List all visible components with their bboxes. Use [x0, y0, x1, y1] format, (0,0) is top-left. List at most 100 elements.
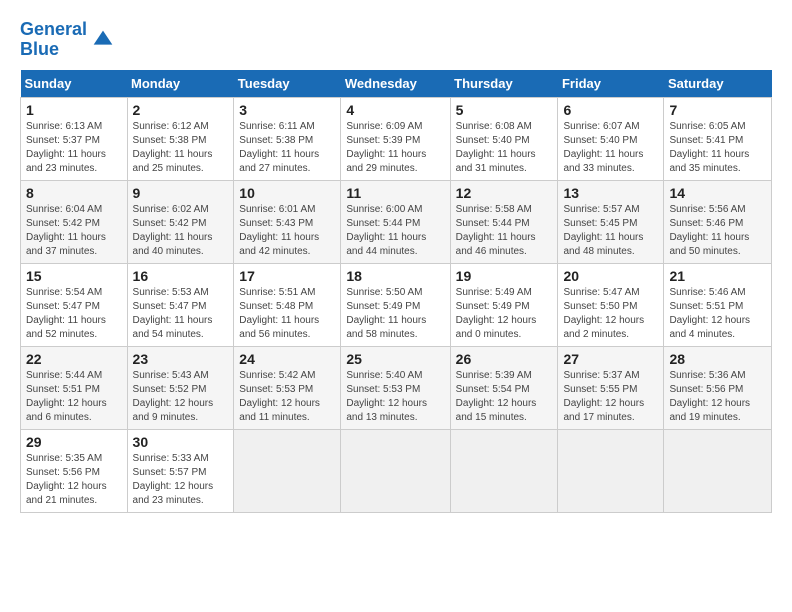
day-cell: 17 Sunrise: 5:51 AMSunset: 5:48 PMDaylig…	[234, 263, 341, 346]
day-info: Sunrise: 5:47 AMSunset: 5:50 PMDaylight:…	[563, 287, 644, 340]
day-number: 4	[346, 102, 444, 118]
day-cell: 22 Sunrise: 5:44 AMSunset: 5:51 PMDaylig…	[21, 346, 128, 429]
day-cell: 16 Sunrise: 5:53 AMSunset: 5:47 PMDaylig…	[127, 263, 234, 346]
day-cell: 23 Sunrise: 5:43 AMSunset: 5:52 PMDaylig…	[127, 346, 234, 429]
day-info: Sunrise: 5:57 AMSunset: 5:45 PMDaylight:…	[563, 204, 643, 257]
day-info: Sunrise: 5:44 AMSunset: 5:51 PMDaylight:…	[26, 370, 107, 423]
day-info: Sunrise: 6:09 AMSunset: 5:39 PMDaylight:…	[346, 121, 426, 174]
week-row-1: 1 Sunrise: 6:13 AMSunset: 5:37 PMDayligh…	[21, 97, 772, 180]
day-info: Sunrise: 5:36 AMSunset: 5:56 PMDaylight:…	[669, 370, 750, 423]
weekday-header-row: SundayMondayTuesdayWednesdayThursdayFrid…	[21, 70, 772, 98]
day-info: Sunrise: 5:33 AMSunset: 5:57 PMDaylight:…	[133, 453, 214, 506]
day-cell: 7 Sunrise: 6:05 AMSunset: 5:41 PMDayligh…	[664, 97, 772, 180]
day-info: Sunrise: 5:54 AMSunset: 5:47 PMDaylight:…	[26, 287, 106, 340]
day-number: 6	[563, 102, 658, 118]
day-info: Sunrise: 5:49 AMSunset: 5:49 PMDaylight:…	[456, 287, 537, 340]
day-cell: 24 Sunrise: 5:42 AMSunset: 5:53 PMDaylig…	[234, 346, 341, 429]
day-cell: 5 Sunrise: 6:08 AMSunset: 5:40 PMDayligh…	[450, 97, 558, 180]
weekday-header-sunday: Sunday	[21, 70, 128, 98]
weekday-header-saturday: Saturday	[664, 70, 772, 98]
weekday-header-tuesday: Tuesday	[234, 70, 341, 98]
day-number: 5	[456, 102, 553, 118]
day-cell: 27 Sunrise: 5:37 AMSunset: 5:55 PMDaylig…	[558, 346, 664, 429]
day-number: 15	[26, 268, 122, 284]
day-cell: 2 Sunrise: 6:12 AMSunset: 5:38 PMDayligh…	[127, 97, 234, 180]
day-cell: 11 Sunrise: 6:00 AMSunset: 5:44 PMDaylig…	[341, 180, 450, 263]
day-info: Sunrise: 5:42 AMSunset: 5:53 PMDaylight:…	[239, 370, 320, 423]
day-number: 21	[669, 268, 766, 284]
day-number: 20	[563, 268, 658, 284]
day-number: 22	[26, 351, 122, 367]
day-number: 8	[26, 185, 122, 201]
day-cell: 25 Sunrise: 5:40 AMSunset: 5:53 PMDaylig…	[341, 346, 450, 429]
day-cell	[558, 429, 664, 512]
header: GeneralBlue	[20, 20, 772, 60]
day-cell: 28 Sunrise: 5:36 AMSunset: 5:56 PMDaylig…	[664, 346, 772, 429]
day-number: 16	[133, 268, 229, 284]
day-cell: 15 Sunrise: 5:54 AMSunset: 5:47 PMDaylig…	[21, 263, 128, 346]
day-cell	[341, 429, 450, 512]
day-info: Sunrise: 5:35 AMSunset: 5:56 PMDaylight:…	[26, 453, 107, 506]
day-cell: 29 Sunrise: 5:35 AMSunset: 5:56 PMDaylig…	[21, 429, 128, 512]
day-number: 3	[239, 102, 335, 118]
logo-icon	[89, 26, 117, 54]
day-cell: 9 Sunrise: 6:02 AMSunset: 5:42 PMDayligh…	[127, 180, 234, 263]
weekday-header-monday: Monday	[127, 70, 234, 98]
day-number: 11	[346, 185, 444, 201]
day-number: 1	[26, 102, 122, 118]
day-number: 2	[133, 102, 229, 118]
day-number: 10	[239, 185, 335, 201]
day-info: Sunrise: 5:58 AMSunset: 5:44 PMDaylight:…	[456, 204, 536, 257]
day-number: 30	[133, 434, 229, 450]
day-cell: 30 Sunrise: 5:33 AMSunset: 5:57 PMDaylig…	[127, 429, 234, 512]
week-row-2: 8 Sunrise: 6:04 AMSunset: 5:42 PMDayligh…	[21, 180, 772, 263]
day-info: Sunrise: 5:53 AMSunset: 5:47 PMDaylight:…	[133, 287, 213, 340]
day-number: 13	[563, 185, 658, 201]
day-cell	[664, 429, 772, 512]
day-number: 19	[456, 268, 553, 284]
day-number: 26	[456, 351, 553, 367]
day-cell	[450, 429, 558, 512]
day-cell: 14 Sunrise: 5:56 AMSunset: 5:46 PMDaylig…	[664, 180, 772, 263]
day-info: Sunrise: 5:51 AMSunset: 5:48 PMDaylight:…	[239, 287, 319, 340]
day-number: 9	[133, 185, 229, 201]
day-info: Sunrise: 6:11 AMSunset: 5:38 PMDaylight:…	[239, 121, 319, 174]
day-cell: 12 Sunrise: 5:58 AMSunset: 5:44 PMDaylig…	[450, 180, 558, 263]
day-info: Sunrise: 6:05 AMSunset: 5:41 PMDaylight:…	[669, 121, 749, 174]
day-cell: 3 Sunrise: 6:11 AMSunset: 5:38 PMDayligh…	[234, 97, 341, 180]
day-cell: 8 Sunrise: 6:04 AMSunset: 5:42 PMDayligh…	[21, 180, 128, 263]
day-info: Sunrise: 6:12 AMSunset: 5:38 PMDaylight:…	[133, 121, 213, 174]
day-info: Sunrise: 5:39 AMSunset: 5:54 PMDaylight:…	[456, 370, 537, 423]
weekday-header-thursday: Thursday	[450, 70, 558, 98]
day-number: 7	[669, 102, 766, 118]
day-info: Sunrise: 5:50 AMSunset: 5:49 PMDaylight:…	[346, 287, 426, 340]
day-info: Sunrise: 6:13 AMSunset: 5:37 PMDaylight:…	[26, 121, 106, 174]
day-cell: 10 Sunrise: 6:01 AMSunset: 5:43 PMDaylig…	[234, 180, 341, 263]
day-number: 12	[456, 185, 553, 201]
weekday-header-friday: Friday	[558, 70, 664, 98]
day-info: Sunrise: 6:07 AMSunset: 5:40 PMDaylight:…	[563, 121, 643, 174]
week-row-4: 22 Sunrise: 5:44 AMSunset: 5:51 PMDaylig…	[21, 346, 772, 429]
calendar-table: SundayMondayTuesdayWednesdayThursdayFrid…	[20, 70, 772, 513]
day-info: Sunrise: 6:01 AMSunset: 5:43 PMDaylight:…	[239, 204, 319, 257]
day-cell: 4 Sunrise: 6:09 AMSunset: 5:39 PMDayligh…	[341, 97, 450, 180]
day-number: 29	[26, 434, 122, 450]
day-number: 23	[133, 351, 229, 367]
day-number: 25	[346, 351, 444, 367]
day-cell: 21 Sunrise: 5:46 AMSunset: 5:51 PMDaylig…	[664, 263, 772, 346]
day-cell: 20 Sunrise: 5:47 AMSunset: 5:50 PMDaylig…	[558, 263, 664, 346]
logo-text: GeneralBlue	[20, 20, 87, 60]
day-info: Sunrise: 5:56 AMSunset: 5:46 PMDaylight:…	[669, 204, 749, 257]
day-cell	[234, 429, 341, 512]
day-number: 28	[669, 351, 766, 367]
day-info: Sunrise: 6:04 AMSunset: 5:42 PMDaylight:…	[26, 204, 106, 257]
day-cell: 6 Sunrise: 6:07 AMSunset: 5:40 PMDayligh…	[558, 97, 664, 180]
week-row-3: 15 Sunrise: 5:54 AMSunset: 5:47 PMDaylig…	[21, 263, 772, 346]
day-cell: 26 Sunrise: 5:39 AMSunset: 5:54 PMDaylig…	[450, 346, 558, 429]
day-info: Sunrise: 6:02 AMSunset: 5:42 PMDaylight:…	[133, 204, 213, 257]
day-cell: 1 Sunrise: 6:13 AMSunset: 5:37 PMDayligh…	[21, 97, 128, 180]
logo: GeneralBlue	[20, 20, 117, 60]
weekday-header-wednesday: Wednesday	[341, 70, 450, 98]
day-number: 18	[346, 268, 444, 284]
day-number: 27	[563, 351, 658, 367]
